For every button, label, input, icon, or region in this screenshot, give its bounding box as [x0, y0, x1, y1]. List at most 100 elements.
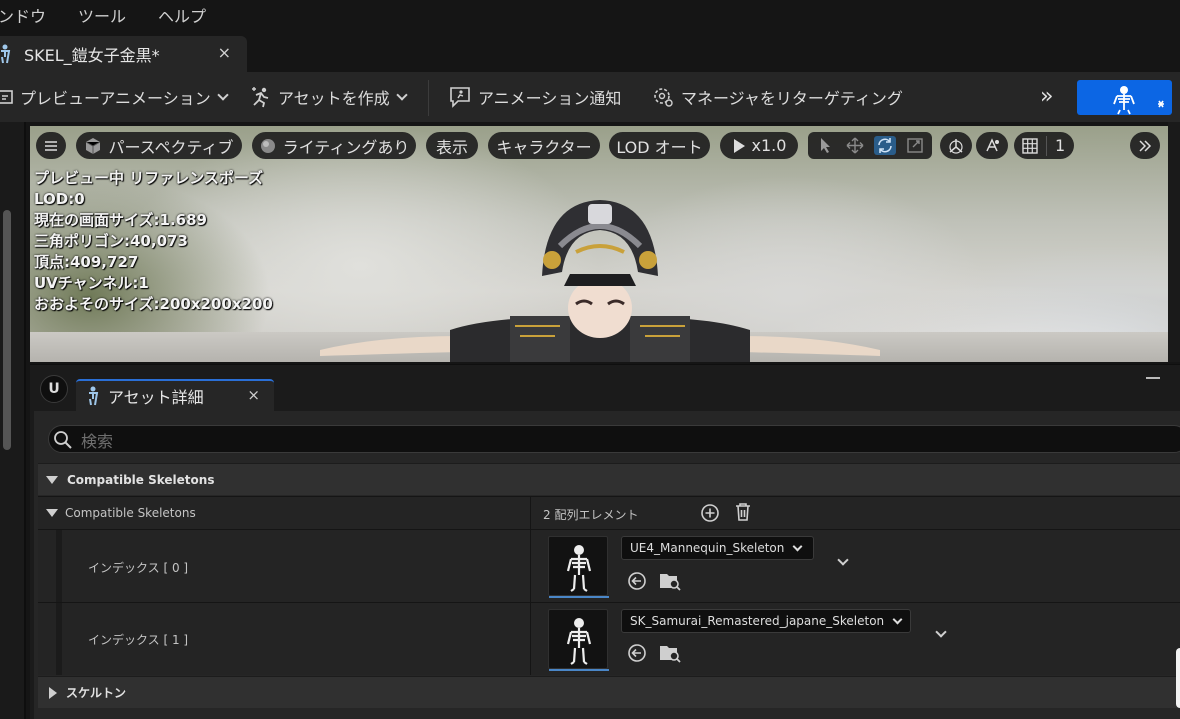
skeleton-mode-button[interactable]	[1077, 80, 1172, 115]
compatible-skeletons-array-row: Compatible Skeletons 2 配列エレメント	[38, 496, 1180, 529]
notify-bubble-icon	[450, 87, 470, 108]
minimize-icon[interactable]	[1146, 377, 1160, 379]
use-selected-arrow-icon[interactable]	[627, 643, 647, 663]
skeleton-thumbnail[interactable]	[548, 609, 609, 671]
transform-tools	[808, 132, 932, 159]
stats-preview-line: プレビュー中 リファレンスポーズ	[34, 169, 264, 187]
browse-folder-icon[interactable]	[658, 570, 682, 592]
perspective-label: パースペクティブ	[108, 137, 234, 157]
category-skeleton[interactable]: スケルトン	[38, 676, 1180, 708]
lod-button[interactable]: LOD オート	[609, 132, 710, 159]
column-splitter[interactable]	[530, 530, 531, 602]
show-button[interactable]: 表示	[426, 132, 478, 159]
select-arrow-icon[interactable]	[814, 136, 836, 155]
index-label-0: インデックス [ 0 ]	[88, 561, 189, 575]
create-asset-label: アセットを作成	[278, 89, 390, 108]
preview-animation-label: プレビューアニメーション	[20, 89, 211, 108]
stats-screen-size-line: 現在の画面サイズ:1.689	[34, 211, 207, 229]
category-label: Compatible Skeletons	[67, 472, 215, 487]
anim-notify-button[interactable]: アニメーション通知	[448, 84, 621, 110]
column-splitter[interactable]	[530, 497, 531, 529]
menu-window[interactable]: ンドウ	[0, 3, 46, 27]
character-preview-image	[320, 200, 880, 362]
stats-vertices-line: 頂点:409,727	[34, 253, 139, 271]
chevron-down-icon	[792, 541, 803, 551]
menu-help[interactable]: ヘルプ	[158, 3, 206, 27]
thumbnail-underline	[549, 596, 609, 598]
menu-bar: ンドウ ツール ヘルプ	[0, 0, 1180, 30]
details-body: 検索 Compatible Skeletons Compatible Skele…	[34, 411, 1180, 719]
move-icon[interactable]	[844, 136, 866, 155]
retarget-manager-button[interactable]: マネージャをリターゲティング	[651, 84, 903, 110]
close-icon[interactable]: ×	[218, 43, 231, 62]
close-icon[interactable]: ×	[247, 386, 260, 404]
local-space-button[interactable]	[940, 132, 972, 159]
perspective-button[interactable]: パースペクティブ	[76, 132, 242, 159]
create-asset-button[interactable]: アセットを作成	[250, 84, 408, 110]
right-panel-strip	[1168, 122, 1180, 362]
array-element-row-1: インデックス [ 1 ] SK_Samurai_Remastered_japan…	[38, 602, 1180, 675]
skeleton-asset-combo[interactable]: SK_Samurai_Remastered_japane_Skeleton	[621, 609, 911, 633]
expand-row-chevron-icon[interactable]	[935, 626, 947, 638]
unreal-logo-icon: U	[40, 375, 68, 403]
scrollbar-thumb[interactable]	[3, 210, 11, 450]
playback-speed-button[interactable]: x1.0	[720, 132, 798, 159]
add-element-icon[interactable]	[700, 503, 720, 523]
collapse-arrow-icon[interactable]	[49, 686, 57, 699]
index-label-1: インデックス [ 1 ]	[88, 633, 189, 647]
search-placeholder: 検索	[81, 432, 114, 451]
document-tab-title: SKEL_鎧女子金黒*	[24, 46, 160, 65]
skeleton-icon	[566, 618, 592, 665]
column-splitter[interactable]	[530, 603, 531, 675]
scale-icon[interactable]	[904, 136, 926, 155]
stats-lod-line: LOD:0	[34, 190, 85, 208]
grid-snap-button[interactable]: 1	[1014, 132, 1074, 159]
indent-guide	[56, 530, 62, 602]
lighting-button[interactable]: ライティングあり	[252, 132, 416, 159]
expand-row-chevron-icon[interactable]	[837, 554, 849, 566]
stats-size-line: おおよそのサイズ:200x200x200	[34, 295, 273, 313]
search-input[interactable]: 検索	[48, 425, 1180, 453]
window-edge	[1176, 648, 1180, 708]
preview-viewport[interactable]: パースペクティブ ライティングあり 表示 キャラクター LOD オート x1.0…	[30, 126, 1168, 362]
cube-icon	[86, 137, 101, 154]
double-chevron-right-icon	[1139, 139, 1152, 152]
use-selected-arrow-icon[interactable]	[627, 571, 647, 591]
expand-arrow-icon[interactable]	[46, 509, 58, 517]
thumbnail-underline	[549, 669, 609, 671]
snap-button[interactable]	[976, 132, 1008, 159]
rotate-icon[interactable]	[874, 136, 896, 155]
document-tab[interactable]: SKEL_鎧女子金黒* ×	[0, 36, 247, 72]
skeleton-icon	[566, 545, 592, 592]
toolbar-overflow-button[interactable]: »	[1040, 84, 1054, 109]
search-icon	[54, 431, 72, 449]
left-panel-strip	[0, 122, 26, 719]
skeleton-thumbnail[interactable]	[548, 536, 609, 598]
hamburger-icon	[45, 140, 57, 151]
skeleton-asset-value: UE4_Mannequin_Skeleton	[630, 541, 785, 555]
preview-animation-button[interactable]: プレビューアニメーション	[0, 84, 229, 110]
chevron-down-icon	[217, 89, 229, 101]
lighting-label: ライティングあり	[282, 137, 410, 157]
grid-icon	[1022, 137, 1038, 154]
trash-icon[interactable]	[734, 502, 752, 522]
asset-details-panel: U アセット詳細 × 検索 Compatible Skeletons Compa…	[30, 364, 1180, 719]
preview-icon	[0, 90, 13, 104]
skeleton-asset-combo[interactable]: UE4_Mannequin_Skeleton	[621, 536, 814, 560]
browse-folder-icon[interactable]	[658, 642, 682, 664]
viewport-overflow-button[interactable]	[1130, 132, 1160, 159]
viewport-menu-button[interactable]	[36, 132, 66, 159]
lit-sphere-icon	[260, 138, 275, 153]
document-tab-bar: SKEL_鎧女子金黒* ×	[0, 30, 1180, 72]
asset-details-tab[interactable]: アセット詳細 ×	[76, 379, 274, 411]
expand-arrow-icon[interactable]	[46, 475, 58, 484]
character-button[interactable]: キャラクター	[488, 132, 600, 159]
skeleton-asset-value: SK_Samurai_Remastered_japane_Skeleton	[630, 614, 885, 628]
menu-tools[interactable]: ツール	[78, 3, 126, 27]
skeleton-icon	[1113, 86, 1164, 115]
category-compatible-skeletons[interactable]: Compatible Skeletons	[38, 463, 1180, 495]
array-element-row-0: インデックス [ 0 ] UE4_Mannequin_Skeleton	[38, 529, 1180, 602]
anim-notify-label: アニメーション通知	[478, 89, 622, 108]
asset-toolbar: プレビューアニメーション アセットを作成 アニメーション通知 マネージャをリター…	[0, 72, 1180, 122]
array-property-label: Compatible Skeletons	[65, 506, 196, 520]
